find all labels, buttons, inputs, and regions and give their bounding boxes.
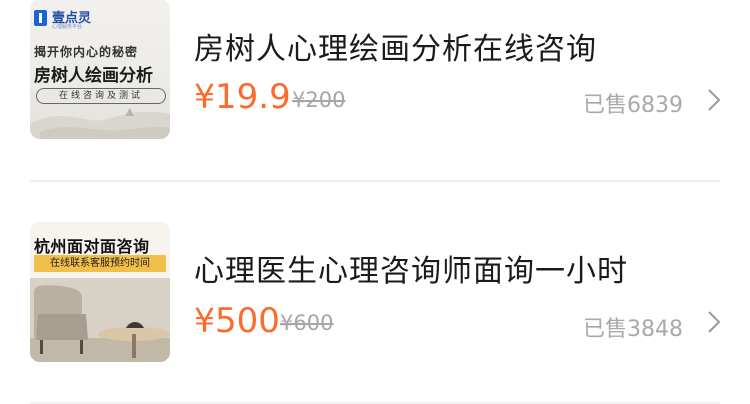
service-list-item[interactable]: 壹点灵 心理服务平台 揭开你内心的秘密 房树人绘画分析 在线咨询及测试 房树人心… [0, 0, 750, 180]
service-list-item[interactable]: 杭州面对面咨询 在线联系客服预约时间 心理医生心理咨询师面询一小时 ¥500 ¥… [0, 222, 750, 402]
thumbnail-headline: 杭州面对面咨询 [34, 237, 150, 256]
armchair-illustration [30, 278, 170, 362]
thumbnail-headline: 房树人绘画分析 [34, 66, 153, 86]
current-price: ¥500 [194, 301, 280, 341]
chevron-right-icon[interactable] [706, 310, 722, 334]
brand-logo-icon [34, 10, 47, 26]
chevron-right-icon[interactable] [706, 88, 722, 112]
service-thumbnail: 壹点灵 心理服务平台 揭开你内心的秘密 房树人绘画分析 在线咨询及测试 [30, 0, 170, 139]
currency-symbol: ¥ [194, 301, 215, 340]
currency-symbol: ¥ [194, 77, 215, 116]
thumbnail-banner: 在线联系客服预约时间 [34, 255, 166, 272]
sold-count: 已售6839 [583, 93, 683, 118]
current-price: ¥19.9 [194, 77, 291, 117]
sold-count: 已售3848 [583, 317, 683, 342]
brand-logo-subtitle: 心理服务平台 [52, 24, 83, 30]
price-value: 19.9 [215, 77, 291, 117]
service-title[interactable]: 房树人心理绘画分析在线咨询 [194, 24, 597, 68]
service-title[interactable]: 心理医生心理咨询师面询一小时 [194, 246, 628, 290]
landscape-illustration [30, 108, 170, 139]
thumbnail-tagline: 揭开你内心的秘密 [34, 45, 139, 59]
price-value: 500 [215, 301, 280, 341]
service-thumbnail: 杭州面对面咨询 在线联系客服预约时间 [30, 222, 170, 362]
list-divider [30, 180, 720, 182]
original-price: ¥600 [280, 311, 334, 335]
original-price: ¥200 [292, 88, 346, 112]
